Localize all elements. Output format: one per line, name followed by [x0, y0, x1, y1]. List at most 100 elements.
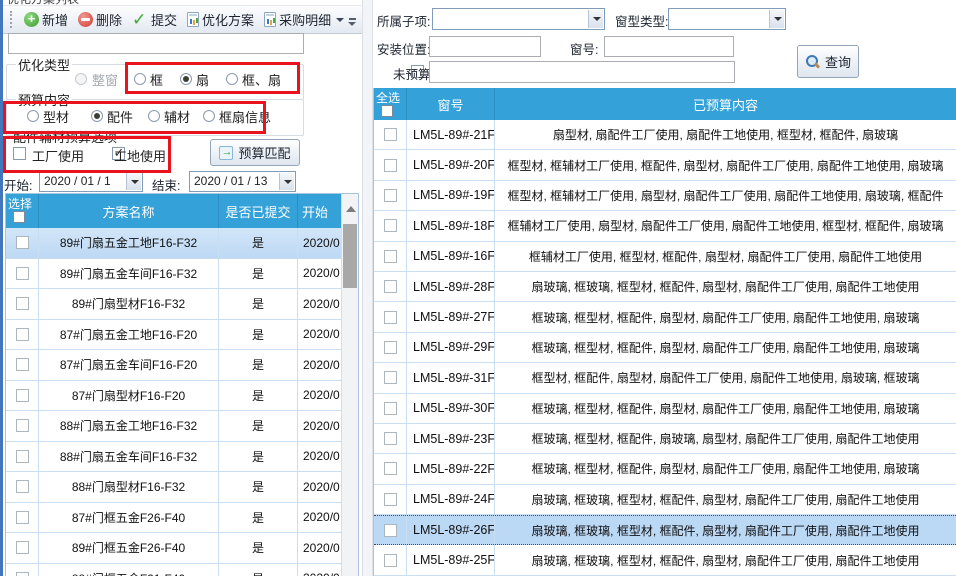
- row-checkbox[interactable]: [16, 297, 29, 310]
- toolbar-overflow-button[interactable]: [345, 12, 359, 31]
- overflow-icon: [349, 18, 356, 20]
- window-no-input[interactable]: [604, 36, 734, 57]
- row-checkbox[interactable]: [384, 402, 397, 415]
- row-checkbox[interactable]: [384, 493, 397, 506]
- row-checkbox[interactable]: [16, 541, 29, 554]
- select-all-checkbox[interactable]: [13, 211, 25, 223]
- plan-table-row[interactable]: 88#门框五金F21-F40 是 2020/0: [6, 564, 343, 576]
- end-date-combo[interactable]: 2020 / 01 / 13: [189, 171, 296, 192]
- window-table-row[interactable]: LM5L-89#-21F19 扇型材, 扇配件工厂使用, 扇配件工地使用, 框型…: [374, 120, 956, 150]
- row-checkbox[interactable]: [16, 511, 29, 524]
- plan-table-row[interactable]: 87#门框五金F26-F40 是 2020/0: [6, 503, 343, 534]
- delete-button[interactable]: 删除: [73, 8, 127, 31]
- window-table-row[interactable]: LM5L-89#-20F18 框型材, 框辅材工厂使用, 框配件, 扇型材, 扇…: [374, 150, 956, 180]
- window-no-cell: LM5L-89#-18F16: [407, 211, 495, 241]
- row-checkbox[interactable]: [384, 219, 397, 232]
- row-checkbox[interactable]: [384, 341, 397, 354]
- row-checkbox[interactable]: [16, 236, 29, 249]
- row-checkbox[interactable]: [384, 280, 397, 293]
- plan-name-column-header[interactable]: 方案名称: [39, 194, 219, 228]
- row-checkbox[interactable]: [16, 328, 29, 341]
- add-button-label: 新增: [42, 10, 68, 29]
- start-date-cell: 2020/0: [298, 228, 343, 259]
- scroll-up-icon[interactable]: [346, 206, 356, 212]
- window-table-row[interactable]: LM5L-89#-29F27 框玻璃, 框型材, 框配件, 扇型材, 扇配件工厂…: [374, 333, 956, 363]
- chevron-down-icon[interactable]: [769, 10, 784, 28]
- row-checkbox[interactable]: [16, 389, 29, 402]
- row-checkbox[interactable]: [16, 419, 29, 432]
- panel-splitter[interactable]: [362, 0, 373, 576]
- submitted-cell: 是: [219, 320, 298, 351]
- row-checkbox[interactable]: [16, 572, 29, 576]
- row-checkbox[interactable]: [16, 450, 29, 463]
- window-table-row[interactable]: LM5L-89#-16F15 框辅材工厂使用, 框型材, 框配件, 扇型材, 扇…: [374, 242, 956, 272]
- plan-table-row[interactable]: 87#门扇五金工地F16-F20 是 2020/0: [6, 320, 343, 351]
- plan-table-row[interactable]: 89#门扇型材F16-F32 是 2020/0: [6, 289, 343, 320]
- plan-table-row[interactable]: 88#门扇五金车间F16-F32 是 2020/0: [6, 442, 343, 473]
- start-column-header[interactable]: 开始: [298, 194, 343, 228]
- row-checkbox[interactable]: [384, 462, 397, 475]
- plan-table-row[interactable]: 89#门扇五金车间F16-F32 是 2020/0: [6, 259, 343, 290]
- budgeted-content-cell: 框型材, 框辅材工厂使用, 框配件, 扇型材, 扇配件工厂使用, 扇配件工地使用…: [495, 150, 956, 180]
- sub-item-combo[interactable]: [432, 8, 605, 30]
- window-table-row[interactable]: LM5L-89#-24F22 扇玻璃, 框玻璃, 框型材, 框配件, 扇型材, …: [374, 485, 956, 515]
- install-pos-input[interactable]: [429, 36, 541, 57]
- window-type-combo[interactable]: [668, 8, 786, 30]
- window-table-row[interactable]: LM5L-89#-18F16 框辅材工厂使用, 扇型材, 扇配件工厂使用, 扇配…: [374, 211, 956, 241]
- submitted-column-header[interactable]: 是否已提交: [219, 194, 298, 228]
- chevron-down-icon[interactable]: [279, 173, 294, 190]
- row-checkbox[interactable]: [384, 189, 397, 202]
- row-checkbox[interactable]: [384, 128, 397, 141]
- row-checkbox[interactable]: [384, 311, 397, 324]
- radio-whole-window[interactable]: [75, 73, 87, 85]
- row-checkbox[interactable]: [384, 524, 397, 537]
- scrollbar-thumb[interactable]: [343, 224, 357, 288]
- chevron-down-icon[interactable]: [126, 173, 141, 190]
- budgeted-content-cell: 框型材, 框辅材工厂使用, 扇型材, 扇配件工厂使用, 扇配件工地使用, 扇玻璃…: [495, 181, 956, 211]
- row-checkbox[interactable]: [384, 432, 397, 445]
- start-date-cell: 2020/0: [298, 350, 343, 381]
- submit-button[interactable]: 提交: [127, 8, 182, 31]
- row-checkbox[interactable]: [384, 159, 397, 172]
- window-no-column-header[interactable]: 窗号: [407, 88, 495, 120]
- plan-name-cell: 87#门扇型材F16-F20: [39, 381, 219, 412]
- window-table-row[interactable]: LM5L-89#-25F23 扇玻璃, 框玻璃, 框型材, 框配件, 扇型材, …: [374, 545, 956, 575]
- row-checkbox[interactable]: [16, 358, 29, 371]
- plan-table-row[interactable]: 87#门扇五金车间F16-F20 是 2020/0: [6, 350, 343, 381]
- window-table-row[interactable]: LM5L-89#-26F24 扇玻璃, 框玻璃, 框型材, 框配件, 扇型材, …: [374, 515, 956, 545]
- plan-name-input[interactable]: [8, 33, 304, 54]
- optimize-plan-button[interactable]: 优化方案: [182, 8, 259, 31]
- window-no-cell: LM5L-89#-16F15: [407, 242, 495, 272]
- budgeted-column-header[interactable]: 已预算内容: [495, 88, 956, 120]
- window-no-cell: LM5L-89#-21F19: [407, 120, 495, 150]
- window-table-row[interactable]: LM5L-89#-22F20 框玻璃, 框型材, 框配件, 扇型材, 扇配件工厂…: [374, 454, 956, 484]
- window-table-row[interactable]: LM5L-89#-19F17 框型材, 框辅材工厂使用, 扇型材, 扇配件工厂使…: [374, 181, 956, 211]
- row-checkbox[interactable]: [384, 250, 397, 263]
- select-all-checkbox[interactable]: [381, 105, 393, 117]
- chevron-down-icon[interactable]: [588, 10, 603, 28]
- budgeted-content-cell: 框玻璃, 框型材, 框配件, 扇型材, 扇配件工厂使用, 扇配件工地使用, 扇玻…: [495, 333, 956, 363]
- row-checkbox[interactable]: [16, 267, 29, 280]
- budgeted-content-cell: 扇玻璃, 框玻璃, 框型材, 框配件, 扇型材, 扇配件工厂使用, 扇配件工地使…: [495, 516, 956, 544]
- vertical-scrollbar[interactable]: [341, 194, 358, 576]
- add-button[interactable]: 新增: [19, 8, 73, 31]
- query-button[interactable]: 查询: [797, 45, 859, 78]
- window-table-row[interactable]: LM5L-89#-27F25 框玻璃, 框型材, 框配件, 扇型材, 扇配件工厂…: [374, 302, 956, 332]
- window-table-row[interactable]: LM5L-89#-23F21 框玻璃, 框型材, 框配件, 扇玻璃, 扇型材, …: [374, 424, 956, 454]
- row-checkbox[interactable]: [384, 371, 397, 384]
- plan-table-row[interactable]: 88#门扇五金工地F16-F32 是 2020/0: [6, 411, 343, 442]
- plan-table-row[interactable]: 87#门扇型材F16-F20 是 2020/0: [6, 381, 343, 412]
- purchase-detail-button[interactable]: 采购明细: [259, 8, 349, 31]
- plan-table-row[interactable]: 89#门框五金F26-F40 是 2020/0: [6, 533, 343, 564]
- row-checkbox[interactable]: [384, 554, 397, 567]
- start-date-cell: 2020/0: [298, 381, 343, 412]
- row-checkbox[interactable]: [16, 480, 29, 493]
- budget-match-button[interactable]: 预算匹配: [210, 139, 300, 166]
- start-date-combo[interactable]: 2020 / 01 / 1: [39, 171, 143, 192]
- no-budget-input[interactable]: [429, 61, 735, 83]
- plan-table-row[interactable]: 88#门扇型材F16-F32 是 2020/0: [6, 472, 343, 503]
- plan-table-row[interactable]: 89#门扇五金工地F16-F32 是 2020/0: [6, 228, 343, 259]
- window-table-row[interactable]: LM5L-89#-31F29 框型材, 框配件, 扇型材, 扇配件工厂使用, 扇…: [374, 363, 956, 393]
- window-table-row[interactable]: LM5L-89#-30F28 框玻璃, 框型材, 框配件, 扇型材, 扇配件工厂…: [374, 394, 956, 424]
- window-table-row[interactable]: LM5L-89#-28F26 扇玻璃, 框玻璃, 框型材, 框配件, 扇型材, …: [374, 272, 956, 302]
